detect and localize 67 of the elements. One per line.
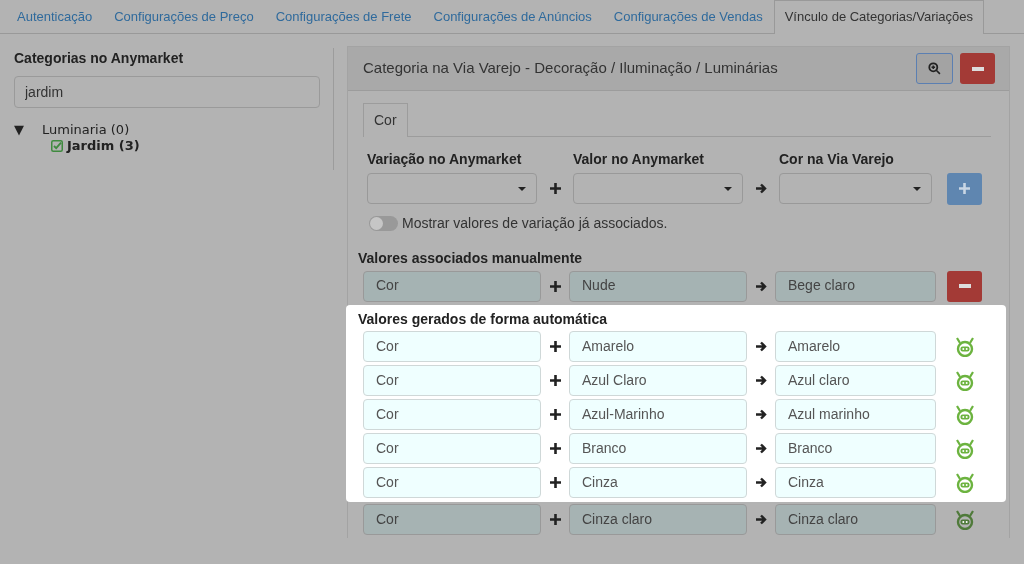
plus-icon [549,477,561,488]
text-field[interactable]: Cinza [775,467,936,498]
dropdown-field[interactable] [573,173,743,204]
text-field[interactable]: Cor [363,433,541,464]
section-title: Valores associados manualmente [358,250,584,268]
arrow-icon [755,280,767,292]
dropdown-field[interactable] [779,173,932,204]
column-heading: Valor no Anymarket [572,151,705,169]
text-field[interactable]: Cor [363,399,541,430]
caret-icon [724,186,732,191]
tab[interactable]: Cor [363,103,408,137]
column-heading: Cor na Via Varejo [778,151,895,169]
arrow-icon [755,514,767,525]
arrow-icon [755,443,767,454]
plus-icon [549,341,561,352]
search-field[interactable]: jardim [14,75,320,108]
text-field[interactable]: Cor [363,504,541,535]
arrow-icon [755,409,767,420]
plus-icon [959,183,970,194]
caret-icon [913,186,921,191]
text-field[interactable]: Cinza claro [775,504,936,535]
zoom-icon [928,62,941,75]
add-button[interactable] [947,172,982,205]
text-field[interactable]: Nude [569,270,747,302]
text-field[interactable]: Azul-Marinho [569,399,747,430]
text-field[interactable]: Branco [775,433,936,464]
plus-icon [549,280,561,292]
arrow-icon [755,183,767,194]
sidebar-title: Categorias no Anymarket [14,50,185,68]
text-field[interactable]: Cor [363,270,541,302]
tab[interactable]: Vínculo de Categorias/Variações [773,0,985,34]
text-field[interactable]: Amarelo [775,331,936,362]
tree-toggle[interactable]: ▼ [14,121,24,138]
text-field[interactable]: Cor [363,467,541,498]
plus-icon [549,514,561,525]
text-field[interactable]: Cinza claro [569,504,747,535]
section-title: Valores gerados de forma automática [358,310,608,328]
remove-button[interactable] [960,53,995,84]
minus-icon [971,66,984,71]
text-field[interactable]: Azul marinho [775,399,936,430]
minus-icon [958,284,971,288]
plus-icon [549,183,561,194]
tree-item[interactable]: Luminaria (0) [42,121,130,138]
toggle-label: Mostrar valores de variação já associados. [402,214,668,232]
remove-button[interactable] [947,270,982,302]
text-field[interactable]: Azul Claro [569,365,747,396]
arrow-icon [755,477,767,488]
text-field[interactable]: Cor [363,331,541,362]
tree-item[interactable]: Jardim (3) [67,137,140,154]
plus-icon [549,443,561,454]
zoom-button[interactable] [916,53,953,84]
text-field[interactable]: Azul claro [775,365,936,396]
text-field[interactable]: Amarelo [569,331,747,362]
plus-icon [549,409,561,420]
text-field[interactable]: Cor [363,365,541,396]
text-field[interactable]: Bege claro [775,270,936,302]
arrow-icon [755,341,767,352]
arrow-icon [755,375,767,386]
plus-icon [549,375,561,386]
text-field[interactable]: Branco [569,433,747,464]
checkbox[interactable] [51,139,63,152]
dropdown-field[interactable] [367,173,537,204]
caret-icon [518,186,526,191]
toggle-switch[interactable] [369,215,398,231]
panel-title: Categoria na Via Varejo - Decoração / Iluminação / Luminárias [363,59,779,78]
text-field[interactable]: Cinza [569,467,747,498]
column-heading: Variação no Anymarket [366,151,523,169]
